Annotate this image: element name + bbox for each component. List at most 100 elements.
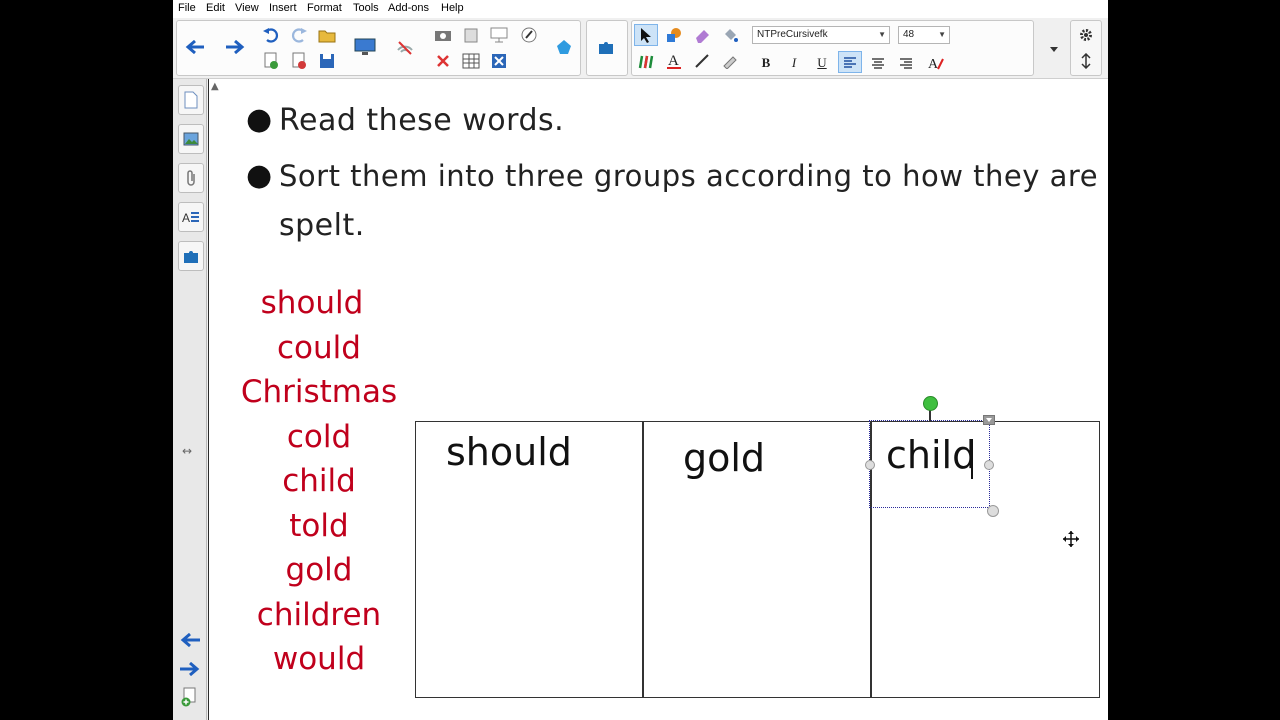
chevron-down-icon: [986, 418, 992, 422]
page-icon: [184, 91, 198, 109]
resize-sidebar-icon[interactable]: ↔: [182, 444, 192, 458]
font-name-select[interactable]: NTPreCursivefk ▼: [752, 26, 890, 44]
font-name-value: NTPreCursivefk: [757, 29, 828, 40]
fill-tool-button[interactable]: [718, 24, 742, 46]
menu-insert[interactable]: Insert: [269, 2, 297, 14]
select-tool-button[interactable]: [634, 24, 658, 46]
next-page-button[interactable]: [223, 36, 247, 58]
insert-table-button[interactable]: [459, 50, 483, 72]
align-right-button[interactable]: [894, 52, 918, 74]
text-tool-button[interactable]: A: [662, 50, 686, 72]
response-button[interactable]: [552, 36, 576, 58]
rotate-handle[interactable]: [923, 396, 938, 411]
gear-icon: [1080, 29, 1092, 41]
word-item[interactable]: children: [239, 597, 399, 633]
handwriting-button[interactable]: [517, 24, 541, 46]
align-center-icon: [872, 58, 884, 69]
word-item[interactable]: told: [239, 508, 399, 544]
shapes-tool-button[interactable]: [662, 24, 686, 46]
paperclip-icon: [187, 170, 195, 186]
open-file-button[interactable]: [315, 24, 339, 46]
puzzle-icon: [599, 42, 613, 54]
undo-button[interactable]: [259, 24, 283, 46]
sorting-table[interactable]: should gold: [415, 421, 1100, 698]
move-right-button[interactable]: [179, 661, 201, 680]
page-sorter-tab[interactable]: [178, 85, 204, 115]
word-item[interactable]: should: [232, 285, 392, 321]
move-left-button[interactable]: [179, 632, 201, 651]
line-tool-button[interactable]: [690, 50, 714, 72]
delete-page-button[interactable]: [287, 50, 311, 72]
bullet-icon: ●: [246, 158, 273, 193]
word-item[interactable]: could: [239, 330, 399, 366]
properties-tab[interactable]: A: [178, 202, 204, 232]
arrow-left-icon: [185, 40, 204, 54]
align-left-button[interactable]: [838, 51, 862, 73]
add-page-button[interactable]: [259, 50, 283, 72]
move-toolbar-button[interactable]: [1074, 50, 1098, 72]
arrow-right-icon: [180, 661, 200, 677]
pens-tool-button[interactable]: [634, 50, 658, 72]
toolbar-overflow-button[interactable]: [1047, 38, 1061, 60]
close-button[interactable]: [487, 50, 511, 72]
paste-button[interactable]: [459, 24, 483, 46]
column-3-word[interactable]: child: [886, 433, 976, 477]
toolbar: A NTPreCursivefk ▼ 48 ▼ B I U A: [173, 18, 1108, 79]
camera-icon: [435, 31, 451, 41]
redo-button[interactable]: [287, 24, 311, 46]
delete-button[interactable]: [431, 50, 455, 72]
menu-file[interactable]: File: [178, 2, 196, 14]
save-button[interactable]: [315, 50, 339, 72]
menu-view[interactable]: View: [235, 2, 259, 14]
bold-button[interactable]: B: [754, 52, 778, 74]
add-page-icon: [264, 52, 278, 69]
resize-handle[interactable]: [865, 460, 875, 470]
pens-icon: [638, 55, 654, 69]
underline-button[interactable]: U: [810, 52, 834, 74]
italic-button[interactable]: I: [782, 52, 806, 74]
settings-button[interactable]: [1074, 24, 1098, 46]
align-right-icon: [900, 58, 912, 69]
previous-page-button[interactable]: [183, 36, 207, 58]
word-item[interactable]: would: [239, 641, 399, 677]
align-center-button[interactable]: [866, 52, 890, 74]
menu-help[interactable]: Help: [441, 2, 464, 14]
menu-addons[interactable]: Add-ons: [388, 2, 429, 14]
scroll-up-icon[interactable]: ▲: [211, 81, 219, 92]
puzzle-icon: [184, 251, 198, 263]
screen-shade-button[interactable]: [353, 36, 377, 58]
word-item[interactable]: Christmas: [229, 374, 409, 410]
chevron-down-icon: [1050, 47, 1058, 52]
font-size-select[interactable]: 48 ▼: [898, 26, 950, 44]
magic-pen-button[interactable]: [718, 50, 742, 72]
add-page-icon: [181, 687, 196, 707]
object-menu-button[interactable]: [983, 415, 995, 425]
column-2-word[interactable]: gold: [683, 436, 765, 480]
svg-text:A: A: [668, 53, 679, 69]
document-camera-button[interactable]: [487, 24, 511, 46]
add-page-sidebar-button[interactable]: [180, 687, 198, 711]
word-item[interactable]: gold: [239, 552, 399, 588]
text-properties-button[interactable]: A: [924, 52, 948, 74]
properties-icon: A: [182, 211, 199, 225]
menu-edit[interactable]: Edit: [206, 2, 225, 14]
delete-x-icon: [437, 55, 449, 67]
word-item[interactable]: child: [239, 463, 399, 499]
selected-text-box[interactable]: child: [865, 396, 999, 517]
column-1-word[interactable]: should: [446, 430, 572, 474]
menu-tools[interactable]: Tools: [353, 2, 379, 14]
screen-capture-button[interactable]: [431, 24, 455, 46]
word-item[interactable]: cold: [239, 419, 399, 455]
eraser-tool-button[interactable]: [690, 24, 714, 46]
menu-format[interactable]: Format: [307, 2, 342, 14]
align-left-icon: [844, 57, 856, 68]
whiteboard-canvas[interactable]: ▲ ● Read these words. ● Sort them into t…: [208, 79, 1108, 720]
addons-tab[interactable]: [178, 241, 204, 271]
connect-button[interactable]: [393, 36, 417, 58]
resize-handle[interactable]: [987, 505, 999, 517]
eraser-icon: [696, 30, 709, 43]
gallery-tab[interactable]: [178, 124, 204, 154]
resize-handle[interactable]: [984, 460, 994, 470]
attachments-tab[interactable]: [178, 163, 204, 193]
addons-button[interactable]: [595, 36, 619, 58]
